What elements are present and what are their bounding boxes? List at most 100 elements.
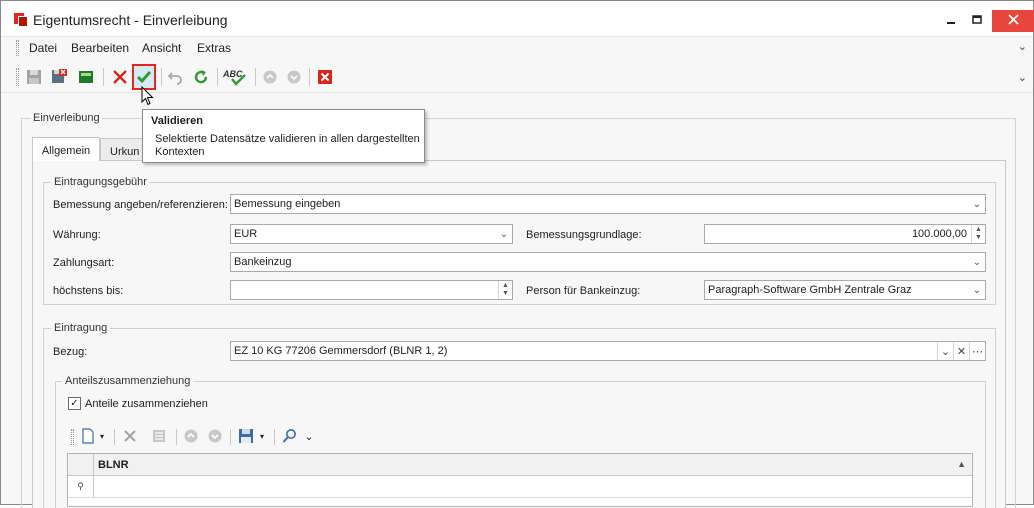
new-document-icon — [82, 428, 94, 444]
close-record-button[interactable] — [315, 67, 335, 87]
save-icon — [27, 70, 41, 84]
chevron-down-icon[interactable]: ⌄ — [302, 426, 316, 446]
anteil-legend: Anteilszusammenziehung — [62, 375, 194, 387]
delete-button[interactable] — [121, 426, 139, 446]
toolbar-separator — [176, 429, 177, 445]
clear-icon[interactable]: ✕ — [953, 342, 969, 360]
tooltip-title: Validieren — [151, 115, 203, 127]
toolbar-separator — [217, 68, 218, 86]
spellcheck-icon: ABC — [223, 69, 246, 86]
grid-toolbar-grip[interactable] — [71, 429, 74, 445]
ellipsis-icon[interactable]: ⋯ — [969, 342, 985, 360]
group-label: Einverleibung — [31, 112, 102, 124]
close-icon — [1007, 14, 1019, 25]
save-close-button[interactable] — [49, 67, 69, 87]
tab-allgemein[interactable]: Allgemein — [32, 137, 100, 161]
sort-ascending-icon[interactable]: ▲ — [957, 459, 966, 469]
person-bankeinzug-label: Person für Bankeinzug: — [526, 285, 641, 297]
svg-text:ABC: ABC — [223, 69, 243, 79]
waehrung-value: EUR — [234, 228, 258, 240]
save-close-icon — [52, 69, 67, 83]
filter-row-icon: ⚲ — [68, 476, 94, 497]
grid-filter-row[interactable]: ⚲ — [68, 476, 972, 498]
save-button[interactable] — [24, 67, 44, 87]
main-toolbar: ABC ⌄ — [1, 61, 1033, 93]
grid-header: BLNR ▲ — [68, 454, 972, 476]
maximize-icon — [972, 15, 982, 24]
menu-bearbeiten[interactable]: Bearbeiten — [71, 41, 129, 55]
spinner-arrows-icon[interactable]: ▲ ▼ — [498, 281, 512, 299]
tooltip: Validieren Selektierte Datensätze validi… — [142, 109, 425, 163]
new-dropdown[interactable]: ▾ — [97, 426, 107, 446]
minimize-button[interactable] — [938, 11, 964, 31]
search-button[interactable] — [281, 426, 299, 446]
anteile-checkbox-label: Anteile zusammenziehen — [85, 398, 208, 410]
waehrung-label: Währung: — [53, 229, 101, 241]
grid-up-button[interactable] — [182, 426, 200, 446]
maximize-button[interactable] — [964, 11, 990, 31]
undo-button[interactable] — [165, 67, 185, 87]
app-logo-icon — [14, 13, 28, 27]
menu-extras[interactable]: Extras — [197, 41, 231, 55]
save-dropdown[interactable]: ▾ — [257, 426, 267, 446]
grid-down-button[interactable] — [206, 426, 224, 446]
chevron-down-icon[interactable]: ⌄ — [969, 253, 985, 271]
waehrung-select[interactable]: EUR ⌄ — [230, 224, 513, 244]
green-box-button[interactable] — [76, 67, 96, 87]
column-header-blnr[interactable]: BLNR — [98, 459, 129, 471]
hoechstens-label: höchstens bis: — [53, 285, 124, 297]
green-square-icon — [79, 71, 93, 83]
refresh-button[interactable] — [191, 67, 211, 87]
grid-corner[interactable] — [68, 454, 94, 475]
bezug-lookup[interactable]: EZ 10 KG 77206 Gemmersdorf (BLNR 1, 2) ⌄… — [230, 341, 986, 361]
bezug-value: EZ 10 KG 77206 Gemmersdorf (BLNR 1, 2) — [234, 345, 448, 357]
refresh-icon — [194, 70, 208, 84]
delete-icon — [124, 430, 136, 442]
discard-icon — [113, 70, 127, 84]
zahlungsart-value: Bankeinzug — [234, 256, 292, 268]
chevron-down-icon[interactable]: ⌄ — [1018, 71, 1027, 84]
move-up-button[interactable] — [260, 67, 280, 87]
zahlungsart-select[interactable]: Bankeinzug ⌄ — [230, 252, 986, 272]
person-bankeinzug-select[interactable]: Paragraph-Software GmbH Zentrale Graz ⌄ — [704, 280, 986, 300]
menu-grip[interactable] — [16, 40, 19, 56]
toolbar-separator — [230, 429, 231, 445]
toolbar-separator — [161, 68, 162, 86]
up-icon — [184, 429, 198, 443]
chevron-down-icon[interactable]: ⌄ — [496, 225, 512, 243]
up-icon — [263, 70, 277, 84]
menu-datei[interactable]: Datei — [29, 41, 57, 55]
spinner-arrows-icon[interactable]: ▲ ▼ — [971, 225, 985, 243]
menu-bar: Datei Bearbeiten Ansicht Extras ⌄ — [1, 37, 1033, 59]
close-button[interactable] — [992, 10, 1034, 32]
toolbar-separator — [255, 68, 256, 86]
down-icon — [287, 70, 301, 84]
minimize-icon — [947, 22, 955, 24]
anteile-checkbox[interactable]: ✓ — [68, 397, 81, 410]
undo-icon — [167, 72, 182, 85]
chevron-down-icon[interactable]: ⌄ — [969, 281, 985, 299]
close-red-icon — [318, 70, 332, 84]
chevron-down-icon[interactable]: ⌄ — [969, 195, 985, 213]
new-button[interactable] — [79, 426, 97, 446]
bemessung-select[interactable]: Bemessung eingeben ⌄ — [230, 194, 986, 214]
mouse-cursor-icon — [141, 85, 155, 109]
hoechstens-spinner[interactable]: ▲ ▼ — [230, 280, 513, 300]
person-bankeinzug-value: Paragraph-Software GmbH Zentrale Graz — [708, 284, 912, 296]
toolbar-separator — [114, 429, 115, 445]
bemessung-value: Bemessung eingeben — [234, 198, 341, 210]
validate-icon — [136, 71, 152, 84]
toolbar-separator — [274, 429, 275, 445]
chevron-down-icon[interactable]: ⌄ — [937, 342, 953, 360]
list-button[interactable] — [150, 426, 168, 446]
toolbar-grip[interactable] — [16, 68, 19, 86]
search-icon — [282, 429, 296, 443]
move-down-button[interactable] — [284, 67, 304, 87]
menu-ansicht[interactable]: Ansicht — [142, 41, 181, 55]
bemessungsgrundlage-label: Bemessungsgrundlage: — [526, 229, 642, 241]
spellcheck-button[interactable]: ABC — [223, 67, 249, 87]
save-grid-button[interactable] — [237, 426, 255, 446]
bemessungsgrundlage-spinner[interactable]: 100.000,00 ▲ ▼ — [704, 224, 986, 244]
discard-button[interactable] — [110, 67, 130, 87]
chevron-down-icon[interactable]: ⌄ — [1018, 40, 1027, 53]
